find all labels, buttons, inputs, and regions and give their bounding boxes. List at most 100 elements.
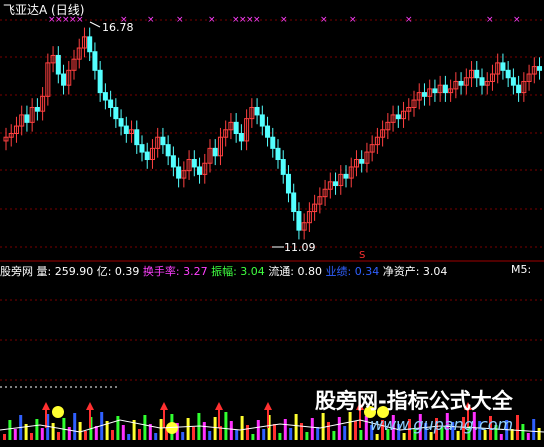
candle-body <box>500 62 506 71</box>
candle-body <box>505 69 511 79</box>
candle-body <box>265 125 271 138</box>
info-item-1: 量: 259.90 <box>36 265 97 278</box>
volume-bar <box>127 434 131 440</box>
volume-bar <box>402 433 406 440</box>
high-arrow <box>89 21 101 28</box>
volume-bar <box>138 429 141 440</box>
up-arrow-stem <box>163 410 165 428</box>
candle-body <box>197 166 203 175</box>
up-arrow-stem <box>218 410 220 428</box>
volume-bar <box>51 423 55 440</box>
cross-marker: × <box>320 15 328 25</box>
smiley-icon <box>52 406 64 418</box>
volume-bar <box>283 419 287 440</box>
candle-body <box>458 80 464 86</box>
candle-body <box>108 99 114 108</box>
volume-bar <box>111 430 114 440</box>
volume-bar <box>343 426 347 440</box>
m5-label: M5: <box>511 263 532 276</box>
candle-body <box>144 151 150 161</box>
up-arrow-stem <box>89 410 91 428</box>
candle-body <box>285 173 291 194</box>
volume-bar <box>8 420 12 440</box>
volume-bar <box>84 431 87 440</box>
up-arrow <box>42 402 50 410</box>
volume-bar <box>235 430 239 440</box>
cross-marker: × <box>280 15 288 25</box>
volume-bar <box>143 415 147 440</box>
info-item-3: 换手率: 3.27 <box>142 265 212 278</box>
candle-body <box>160 136 166 146</box>
candle-body <box>516 84 522 94</box>
volume-bar <box>94 426 98 440</box>
volume-bar <box>159 419 163 440</box>
watermark-text: 股旁网-指标公式大全 <box>315 389 513 413</box>
candle-body <box>139 144 145 153</box>
volume-bar <box>526 433 530 440</box>
candle-body <box>92 51 98 71</box>
sell-signal-mark: S <box>359 250 365 261</box>
cross-marker: × <box>513 15 521 25</box>
volume-bar <box>30 433 33 440</box>
volume-bar <box>208 431 212 440</box>
up-arrow <box>86 402 94 410</box>
candle-body <box>97 69 103 94</box>
cross-marker: × <box>147 15 155 25</box>
volume-bar <box>13 429 17 440</box>
cross-marker: × <box>349 15 357 25</box>
low-price-label: 11.09 <box>284 241 316 254</box>
volume-bar <box>516 415 519 440</box>
high-price-label: 16.78 <box>102 21 134 34</box>
volume-bar <box>213 417 217 440</box>
cross-marker: × <box>253 15 261 25</box>
candle-body <box>123 125 129 134</box>
volume-bar <box>316 427 320 440</box>
chart-title: 飞亚达A (日线) <box>3 3 85 17</box>
candle-body <box>238 133 244 142</box>
volume-bar <box>35 419 39 440</box>
volume-bar <box>202 422 206 440</box>
candle-body <box>102 92 108 101</box>
candle-body <box>55 54 61 75</box>
volume-bar <box>121 425 125 440</box>
candle-body <box>134 129 140 146</box>
chart-window: × × × × × × × × × × × × × × × × × × × S 飞亚达A (日线) 16.78 11.… <box>0 0 544 447</box>
volume-bar <box>186 418 190 440</box>
volume-bar <box>537 428 541 440</box>
volume-bar <box>229 421 233 440</box>
volume-bar <box>354 421 357 440</box>
cross-marker: × <box>486 15 494 25</box>
volume-bar <box>262 429 266 440</box>
volume-bar <box>181 432 185 440</box>
volume-bar <box>499 434 503 440</box>
candle-body <box>291 192 297 213</box>
cross-marker: × <box>176 15 184 25</box>
candle-body <box>421 92 427 97</box>
candle-body <box>333 181 339 187</box>
volume-bar <box>154 433 158 440</box>
up-arrow <box>264 402 272 410</box>
candle-body <box>191 159 197 168</box>
volume-bar <box>251 434 255 440</box>
candle-body <box>510 77 516 86</box>
candle-body <box>176 166 182 179</box>
candle-body <box>537 66 543 71</box>
volume-bar <box>521 424 525 440</box>
volume-bar <box>359 430 363 440</box>
candle-body <box>170 155 176 168</box>
volume-bar <box>321 413 325 440</box>
candle-body <box>275 147 281 161</box>
candle-body <box>61 73 67 86</box>
volume-bar <box>294 414 298 440</box>
volume-bar <box>40 428 44 440</box>
candle-body <box>24 114 30 123</box>
candle-body <box>259 114 265 127</box>
candlestick-chart[interactable]: × × × × × × × × × × × × × × × × × × ×S <box>0 0 544 447</box>
candle-body <box>270 136 276 149</box>
volume-bar <box>240 416 244 440</box>
candle-body <box>359 159 365 164</box>
volume-bar <box>375 434 379 440</box>
info-item-6: 业绩: 0.34 <box>325 265 383 278</box>
candle-body <box>280 159 286 175</box>
info-item-0: 股旁网 <box>0 265 37 278</box>
